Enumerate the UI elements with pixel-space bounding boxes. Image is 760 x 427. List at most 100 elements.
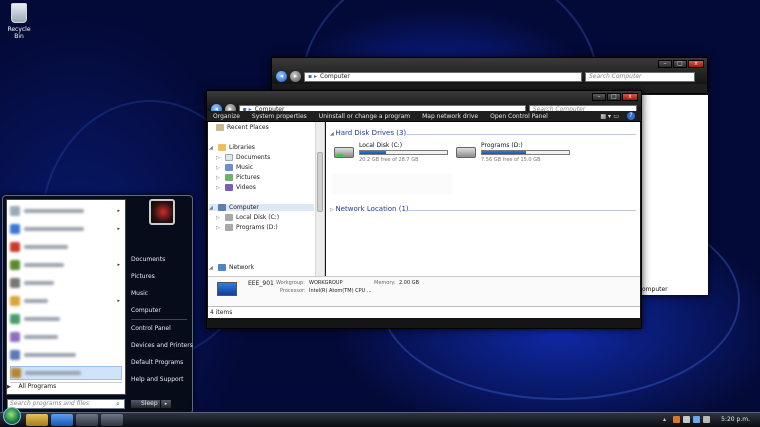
program-item[interactable]: ▸ (10, 258, 122, 272)
program-item[interactable] (10, 276, 122, 290)
nav-libraries[interactable]: ◢ Libraries (209, 144, 255, 151)
drive-usage-bar (481, 150, 570, 155)
start-button[interactable] (3, 407, 21, 425)
taskbar-media-button[interactable] (76, 414, 98, 426)
view-options-icon[interactable]: ▦ ▾ (600, 113, 611, 120)
explorer-window[interactable]: – □ x ◂ ▸ ▪ ▸ Computer Search Computer O… (206, 90, 642, 329)
close-button[interactable]: x (622, 93, 638, 101)
start-default-programs[interactable]: Default Programs (131, 359, 183, 366)
hard-disk-drives-header[interactable]: ◢ Hard Disk Drives (3) (330, 129, 406, 137)
start-devices-and-printers[interactable]: Devices and Printers (131, 342, 193, 349)
nav-scrollbar[interactable] (315, 122, 324, 276)
status-bar: 4 items (208, 306, 640, 318)
uninstall-program-button[interactable]: Uninstall or change a program (319, 113, 410, 120)
nav-documents[interactable]: ▷ Documents (216, 154, 270, 161)
forward-arrow-icon[interactable]: ▸ (290, 71, 301, 82)
submenu-arrow-icon: ▸ (117, 262, 120, 268)
start-computer[interactable]: Computer (131, 307, 161, 314)
nav-pictures[interactable]: ▷ Pictures (216, 174, 260, 181)
maximize-button[interactable]: □ (607, 93, 621, 101)
menu-separator (131, 319, 187, 320)
search-icon[interactable]: ⌕ (116, 400, 120, 409)
expand-icon[interactable]: ▷ (216, 155, 222, 161)
explorer-titlebar[interactable]: – □ x ◂ ▸ ▪ ▸ Computer Search Computer (207, 91, 641, 115)
back-arrow-icon[interactable]: ◂ (276, 71, 287, 82)
network-location-header[interactable]: ▷ Network Location (1) (330, 205, 409, 213)
address-bar[interactable]: ▪ ▸ Computer (304, 71, 582, 82)
map-network-drive-button[interactable]: Map network drive (422, 113, 478, 120)
user-picture[interactable] (149, 199, 175, 225)
nav-music[interactable]: ▷ Music (216, 164, 253, 171)
start-menu: ▸ ▸ ▸ ▸ ▶ All Programs Documents Picture… (2, 195, 193, 414)
nav-recent-places[interactable]: Recent Places (216, 124, 269, 131)
recycle-bin-label: Recycle Bin (7, 26, 31, 40)
nav-network[interactable]: ◢ Network (209, 264, 254, 271)
show-hidden-icons[interactable]: ▴ (663, 416, 666, 423)
start-music[interactable]: Music (131, 290, 148, 297)
preview-pane-icon[interactable]: ▭ (613, 113, 619, 120)
drive-tile-c[interactable]: Local Disk (C:) 20.2 GB free of 28.7 GB (332, 140, 452, 166)
expand-icon[interactable]: ▷ (216, 185, 222, 191)
minimize-button[interactable]: – (592, 93, 606, 101)
drive-name: Programs (D:) (481, 142, 523, 149)
tray-icon[interactable] (683, 416, 690, 423)
program-item-highlighted[interactable] (10, 366, 122, 380)
expand-icon[interactable]: ▷ (216, 225, 222, 231)
expand-icon[interactable]: ▷ (216, 215, 222, 221)
taskbar-explorer-button[interactable] (26, 414, 48, 426)
peek-text: omputer (642, 286, 668, 293)
start-help-and-support[interactable]: Help and Support (131, 376, 184, 383)
drive-free-space: 20.2 GB free of 28.7 GB (359, 157, 419, 163)
pictures-icon (225, 174, 233, 181)
submenu-arrow-icon: ▸ (117, 298, 120, 304)
recycle-bin-shortcut[interactable]: Recycle Bin (2, 3, 36, 40)
start-search-input[interactable]: Search programs and files (7, 399, 125, 409)
close-button[interactable]: x (688, 60, 704, 68)
recycle-bin-icon (11, 3, 27, 23)
address-breadcrumb: Computer (320, 73, 350, 80)
expand-icon[interactable]: ▷ (216, 165, 222, 171)
expand-icon[interactable]: ▷ (216, 175, 222, 181)
taskbar-app-button[interactable] (101, 414, 123, 426)
program-item[interactable] (10, 348, 122, 362)
nav-videos[interactable]: ▷ Videos (216, 184, 256, 191)
content-pane: ◢ Hard Disk Drives (3) Local Disk (C:) 2… (326, 122, 640, 276)
volume-icon[interactable] (703, 416, 710, 423)
system-properties-button[interactable]: System properties (252, 113, 307, 120)
taskbar-clock[interactable]: 5:20 p.m. (721, 416, 750, 423)
open-control-panel-button[interactable]: Open Control Panel (490, 113, 548, 120)
expand-icon[interactable]: ◢ (209, 205, 215, 211)
program-item[interactable]: ▸ (10, 204, 122, 218)
start-control-panel[interactable]: Control Panel (131, 325, 171, 332)
nav-local-disk[interactable]: ▷ Local Disk (C:) (216, 214, 279, 221)
videos-icon (225, 184, 233, 191)
library-icon (218, 144, 226, 151)
search-input[interactable]: Search Computer (585, 71, 695, 82)
all-programs-button[interactable]: ▶ All Programs (7, 383, 56, 390)
tray-icon[interactable] (673, 416, 680, 423)
program-item[interactable]: ▸ (10, 294, 122, 308)
shutdown-options-button[interactable]: ▸ (160, 399, 172, 409)
submenu-arrow-icon: ▸ (117, 208, 120, 214)
help-icon[interactable]: ? (627, 112, 635, 120)
workgroup-label: Workgroup: (276, 280, 305, 286)
processor-value: Intel(R) Atom(TM) CPU ... (309, 288, 372, 294)
back-window-titlebar[interactable]: – □ x ◂ ▸ ▪ ▸ Computer Search Computer (272, 58, 707, 84)
network-icon[interactable] (693, 416, 700, 423)
nav-computer[interactable]: ◢ Computer (209, 204, 314, 211)
program-item[interactable] (10, 240, 122, 254)
program-item[interactable]: ▸ (10, 222, 122, 236)
maximize-button[interactable]: □ (673, 60, 687, 68)
minimize-button[interactable]: – (658, 60, 672, 68)
nav-programs-drive[interactable]: ▷ Programs (D:) (216, 224, 278, 231)
taskbar-ie-button[interactable] (51, 414, 73, 426)
expand-icon[interactable]: ◢ (209, 145, 215, 151)
program-item[interactable] (10, 330, 122, 344)
scrollbar-thumb[interactable] (317, 152, 323, 212)
start-documents[interactable]: Documents (131, 256, 165, 263)
organize-button[interactable]: Organize (213, 113, 240, 120)
program-item[interactable] (10, 312, 122, 326)
expand-icon[interactable]: ◢ (209, 265, 215, 271)
drive-tile-d[interactable]: Programs (D:) 7.56 GB free of 15.0 GB (454, 140, 574, 166)
start-pictures[interactable]: Pictures (131, 273, 155, 280)
